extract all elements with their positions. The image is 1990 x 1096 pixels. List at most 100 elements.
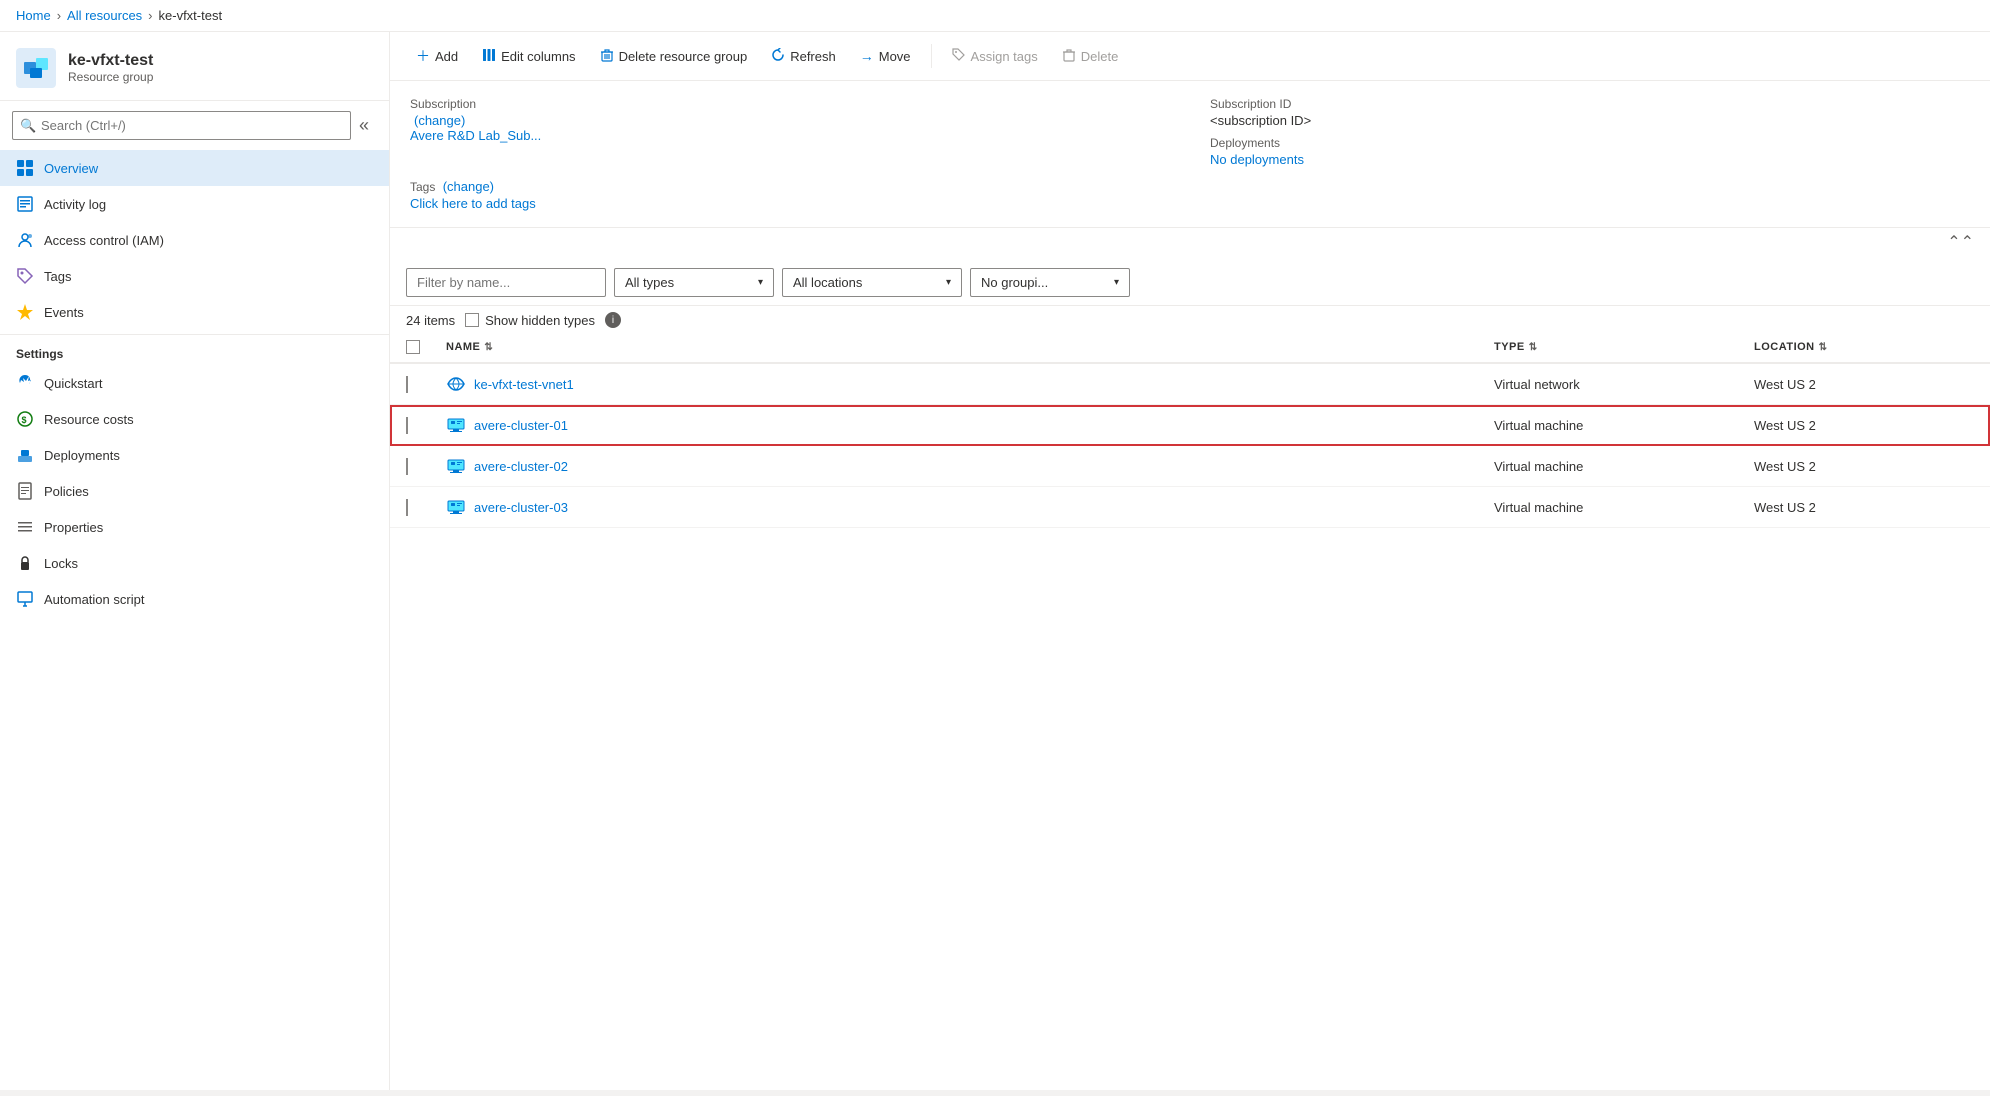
tags-section: Tags (change) Click here to add tags bbox=[410, 179, 1170, 211]
collapse-sidebar-button[interactable]: « bbox=[351, 115, 377, 136]
breadcrumb: Home › All resources › ke-vfxt-test bbox=[0, 0, 1990, 32]
subscription-change[interactable]: (change) bbox=[414, 113, 465, 128]
items-info-row: 24 items Show hidden types i bbox=[390, 306, 1990, 332]
assign-tags-icon bbox=[952, 48, 966, 65]
edit-columns-button[interactable]: Edit columns bbox=[472, 42, 585, 71]
main-layout: ke-vfxt-test Resource group 🔍 « Overview bbox=[0, 32, 1990, 1090]
name-sort-icon[interactable]: ⇅ bbox=[484, 342, 493, 353]
assign-tags-button[interactable]: Assign tags bbox=[942, 42, 1048, 71]
events-icon bbox=[16, 303, 34, 321]
row-checkbox[interactable] bbox=[406, 458, 408, 475]
hidden-types-info-icon[interactable]: i bbox=[605, 312, 621, 328]
row-location-cell: West US 2 bbox=[1754, 418, 1974, 433]
nav-properties-label: Properties bbox=[44, 520, 103, 535]
table-row[interactable]: avere-cluster-03 Virtual machine West US… bbox=[390, 487, 1990, 528]
search-input[interactable] bbox=[12, 111, 351, 140]
nav-locks[interactable]: Locks bbox=[0, 545, 389, 581]
table-header: NAME ⇅ TYPE ⇅ LOCATION ⇅ bbox=[390, 332, 1990, 364]
row-location-cell: West US 2 bbox=[1754, 459, 1974, 474]
nav-tags-label: Tags bbox=[44, 269, 71, 284]
row-checkbox[interactable] bbox=[406, 376, 408, 393]
resource-group-icon bbox=[16, 48, 56, 88]
delete-rg-button[interactable]: Delete resource group bbox=[590, 42, 758, 71]
info-panel: Subscription (change) Avere R&D Lab_Sub.… bbox=[390, 81, 1990, 228]
nav-resource-costs[interactable]: $ Resource costs bbox=[0, 401, 389, 437]
delete-icon bbox=[1062, 48, 1076, 65]
subscription-value: (change) Avere R&D Lab_Sub... bbox=[410, 113, 1170, 143]
table-row[interactable]: ke-vfxt-test-vnet1 Virtual network West … bbox=[390, 364, 1990, 405]
filter-name-input[interactable] bbox=[406, 268, 606, 297]
delete-button[interactable]: Delete bbox=[1052, 42, 1129, 71]
nav-events-label: Events bbox=[44, 305, 84, 320]
row-name-link[interactable]: avere-cluster-03 bbox=[474, 500, 568, 515]
row-name-link[interactable]: avere-cluster-02 bbox=[474, 459, 568, 474]
table-header-name: NAME ⇅ bbox=[446, 340, 1494, 354]
type-filter-select[interactable]: All types ▾ bbox=[614, 268, 774, 297]
quickstart-icon bbox=[16, 374, 34, 392]
nav-properties[interactable]: Properties bbox=[0, 509, 389, 545]
search-icon: 🔍 bbox=[20, 118, 36, 134]
nav-automation-script-label: Automation script bbox=[44, 592, 144, 607]
table-header-location: LOCATION ⇅ bbox=[1754, 340, 1974, 354]
nav-policies[interactable]: Policies bbox=[0, 473, 389, 509]
locks-icon bbox=[16, 554, 34, 572]
refresh-button[interactable]: Refresh bbox=[761, 42, 846, 71]
show-hidden-types-checkbox[interactable]: Show hidden types bbox=[465, 313, 595, 328]
row-checkbox-cell bbox=[406, 418, 446, 433]
policies-icon bbox=[16, 482, 34, 500]
breadcrumb-all-resources[interactable]: All resources bbox=[67, 8, 142, 23]
row-location-cell: West US 2 bbox=[1754, 500, 1974, 515]
col-location-label: LOCATION bbox=[1754, 341, 1815, 353]
nav-access-control[interactable]: Access control (IAM) bbox=[0, 222, 389, 258]
breadcrumb-sep-2: › bbox=[148, 8, 152, 23]
nav-overview[interactable]: Overview bbox=[0, 150, 389, 186]
row-checkbox[interactable] bbox=[406, 417, 408, 434]
location-sort-icon[interactable]: ⇅ bbox=[1819, 342, 1828, 353]
add-button[interactable]: ＋ Add bbox=[406, 40, 468, 72]
row-checkbox[interactable] bbox=[406, 499, 408, 516]
sidebar-subtitle: Resource group bbox=[68, 70, 153, 84]
grouping-filter-select[interactable]: No groupi... ▾ bbox=[970, 268, 1130, 297]
subscription-label: Subscription bbox=[410, 97, 1170, 111]
nav-deployments[interactable]: Deployments bbox=[0, 437, 389, 473]
type-filter-label: All types bbox=[625, 275, 674, 290]
grouping-filter-chevron: ▾ bbox=[1114, 277, 1119, 288]
nav-automation-script[interactable]: Automation script bbox=[0, 581, 389, 617]
breadcrumb-current: ke-vfxt-test bbox=[159, 8, 223, 23]
row-checkbox-cell bbox=[406, 459, 446, 474]
sidebar-title: ke-vfxt-test bbox=[68, 52, 153, 70]
collapse-info-button[interactable]: ⌃⌃ bbox=[390, 228, 1990, 256]
row-checkbox-cell bbox=[406, 377, 446, 392]
tags-change[interactable]: (change) bbox=[443, 179, 494, 194]
nav-activity-log[interactable]: Activity log bbox=[0, 186, 389, 222]
move-icon: → bbox=[860, 48, 874, 64]
row-name-link[interactable]: avere-cluster-01 bbox=[474, 418, 568, 433]
settings-section-title: Settings bbox=[0, 334, 389, 365]
search-area: 🔍 « bbox=[12, 111, 377, 140]
type-sort-icon[interactable]: ⇅ bbox=[1529, 342, 1538, 353]
row-name-link[interactable]: ke-vfxt-test-vnet1 bbox=[474, 377, 574, 392]
resources-table: NAME ⇅ TYPE ⇅ LOCATION ⇅ bbox=[390, 332, 1990, 1090]
edit-columns-icon bbox=[482, 48, 496, 65]
nav-locks-label: Locks bbox=[44, 556, 78, 571]
tags-add-link[interactable]: Click here to add tags bbox=[410, 196, 536, 211]
resource-costs-icon: $ bbox=[16, 410, 34, 428]
breadcrumb-home[interactable]: Home bbox=[16, 8, 51, 23]
show-hidden-label: Show hidden types bbox=[485, 313, 595, 328]
tags-label: Tags (change) bbox=[410, 179, 1170, 194]
nav-quickstart[interactable]: Quickstart bbox=[0, 365, 389, 401]
table-row[interactable]: avere-cluster-02 Virtual machine West US… bbox=[390, 446, 1990, 487]
nav-events[interactable]: Events bbox=[0, 294, 389, 330]
subscription-id-value: <subscription ID> bbox=[1210, 113, 1970, 128]
deployments-link[interactable]: No deployments bbox=[1210, 152, 1304, 167]
refresh-label: Refresh bbox=[790, 49, 836, 64]
subscription-link[interactable]: Avere R&D Lab_Sub... bbox=[410, 128, 541, 143]
row-type-cell: Virtual network bbox=[1494, 377, 1754, 392]
nav-tags[interactable]: Tags bbox=[0, 258, 389, 294]
select-all-checkbox[interactable] bbox=[406, 340, 420, 354]
assign-tags-label: Assign tags bbox=[971, 49, 1038, 64]
move-button[interactable]: → Move bbox=[850, 42, 921, 70]
table-row[interactable]: avere-cluster-01 Virtual machine West US… bbox=[390, 405, 1990, 446]
location-filter-select[interactable]: All locations ▾ bbox=[782, 268, 962, 297]
type-filter-chevron: ▾ bbox=[758, 277, 763, 288]
